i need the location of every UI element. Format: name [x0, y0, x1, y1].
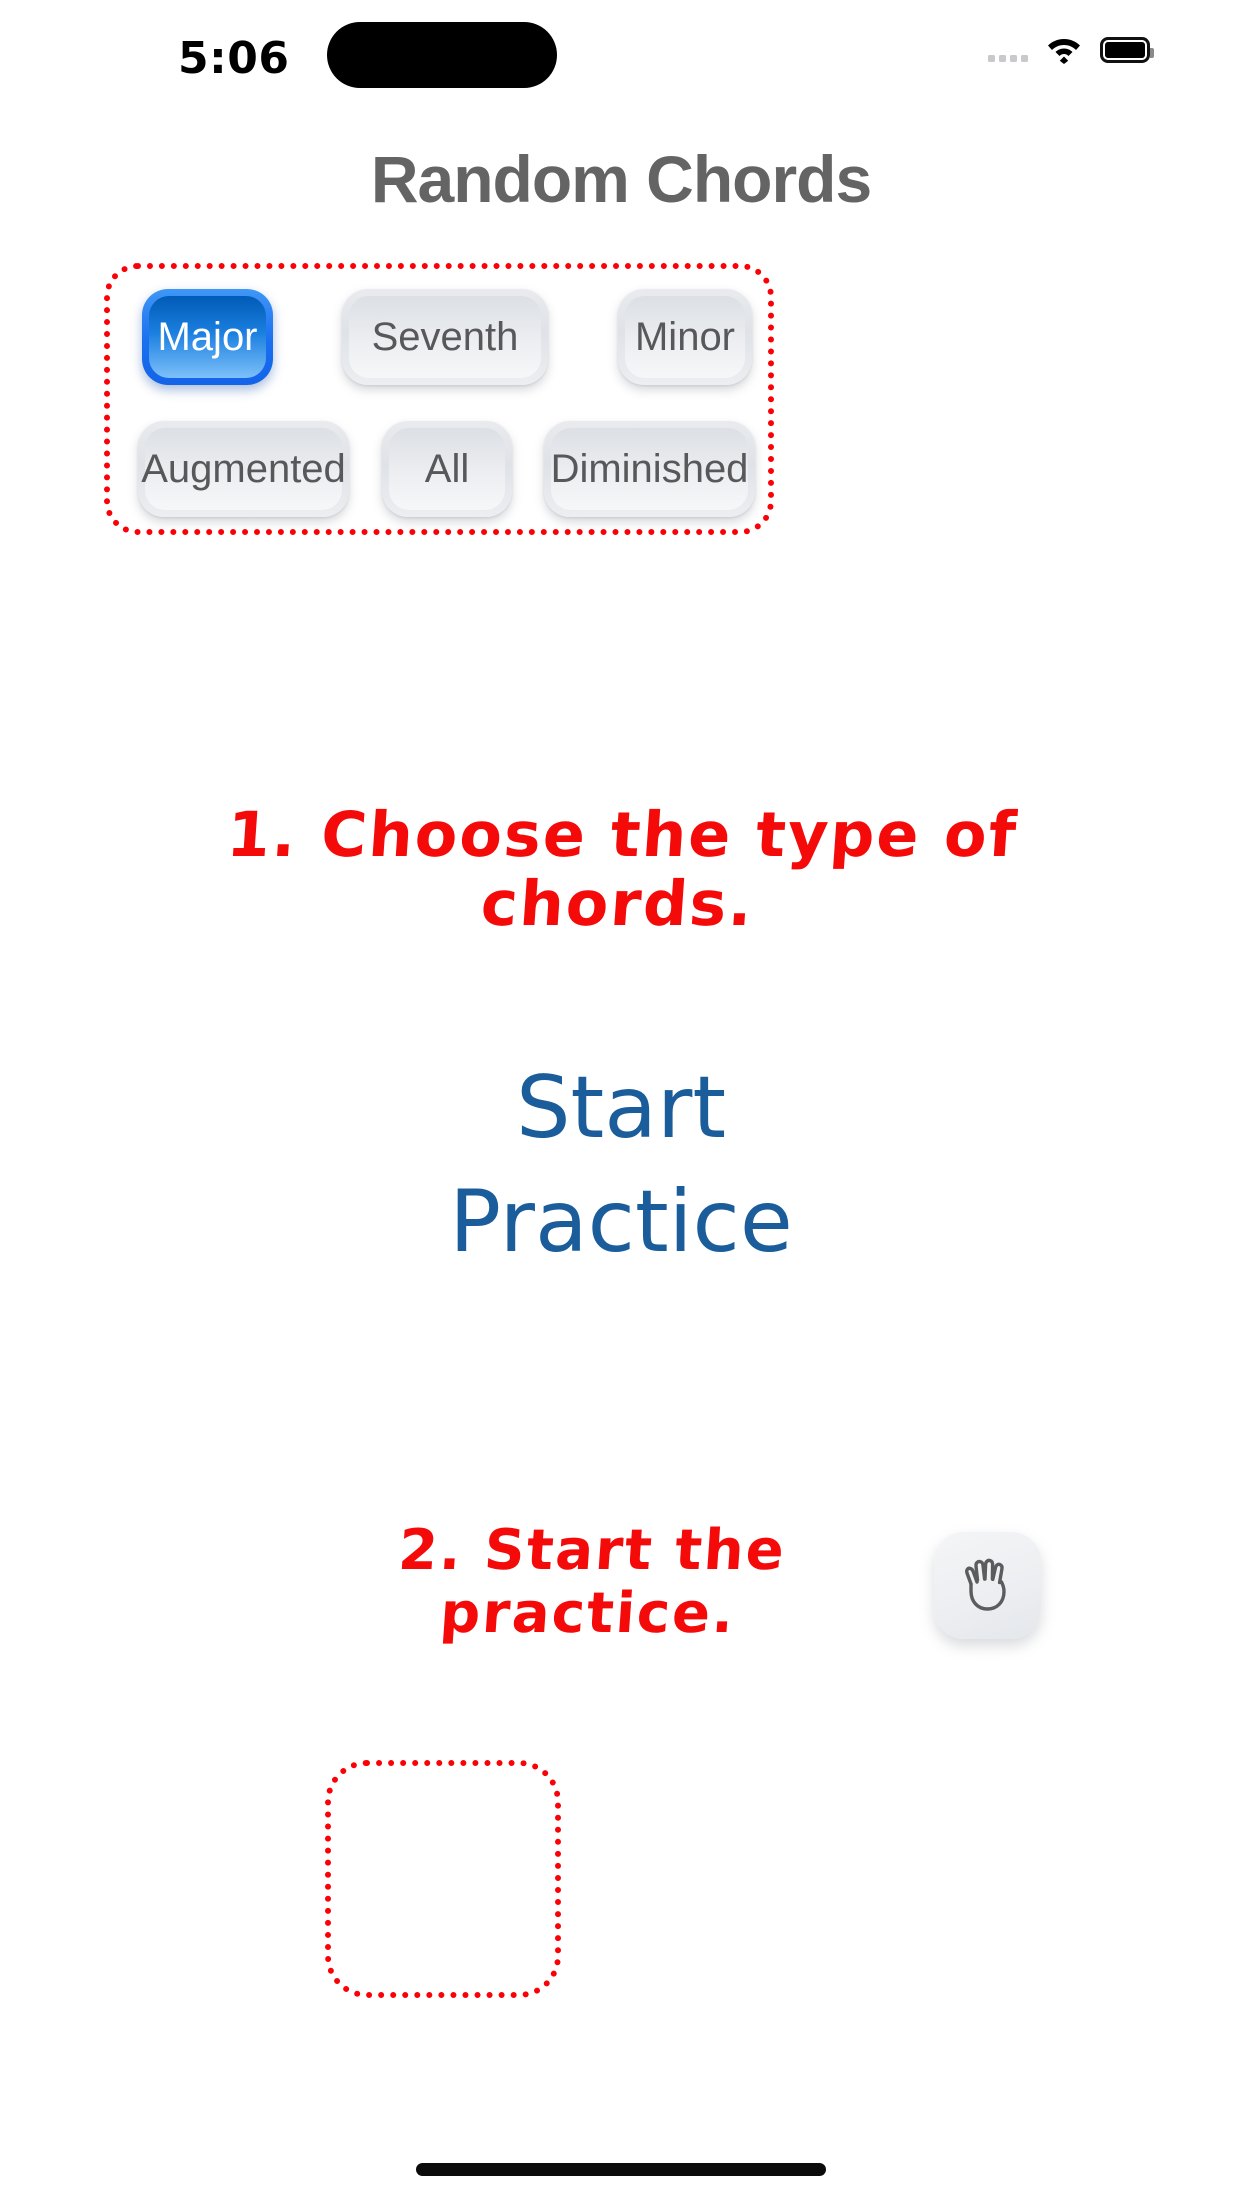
app-screen: 5:06 Random Chords Major Seventh Minor A…	[0, 0, 1242, 2208]
chip-inner: Diminished	[551, 428, 748, 510]
chord-type-label: Diminished	[550, 447, 749, 491]
chip-inner: Major	[149, 296, 266, 378]
chord-type-button-diminished[interactable]: Diminished	[544, 421, 755, 517]
chord-type-label: Minor	[634, 315, 736, 359]
annotation-step-1: 1. Choose the type of chords.	[224, 798, 1021, 941]
home-indicator[interactable]	[416, 2163, 826, 2176]
chip-inner: All	[389, 428, 505, 510]
chip-inner: Augmented	[141, 428, 346, 510]
chord-type-label: All	[424, 447, 470, 491]
status-bar: 5:06	[0, 0, 1242, 110]
open-hand-tile[interactable]	[934, 1532, 1041, 1639]
open-hand-icon	[957, 1551, 1019, 1620]
chord-type-button-major[interactable]: Major	[142, 289, 273, 385]
chord-type-button-all[interactable]: All	[382, 421, 512, 517]
chord-type-button-augmented[interactable]: Augmented	[138, 421, 349, 517]
chord-type-label: Seventh	[371, 315, 519, 359]
dynamic-island	[327, 22, 557, 88]
status-indicators	[988, 36, 1154, 64]
status-time: 5:06	[178, 33, 290, 84]
wifi-icon	[1045, 36, 1083, 64]
start-button-highlight: Start	[325, 1760, 561, 1998]
chip-inner: Seventh	[349, 296, 541, 378]
chord-type-button-seventh[interactable]: Seventh	[342, 289, 548, 385]
start-practice-heading: Start Practice	[0, 1052, 1242, 1279]
signal-dots-icon	[988, 38, 1028, 62]
annotation-step-2: 2. Start the practice.	[396, 1518, 789, 1646]
chord-type-button-minor[interactable]: Minor	[618, 289, 752, 385]
page-title: Random Chords	[370, 142, 872, 216]
chord-type-group: Major Seventh Minor Augmented All Dimini…	[104, 263, 774, 535]
chip-inner: Minor	[625, 296, 745, 378]
start-practice-line-2: Practice	[449, 1171, 793, 1272]
battery-icon	[1100, 37, 1154, 63]
start-practice-line-1: Start	[515, 1058, 727, 1158]
chord-type-label: Augmented	[141, 447, 346, 491]
chord-type-label: Major	[157, 315, 258, 359]
